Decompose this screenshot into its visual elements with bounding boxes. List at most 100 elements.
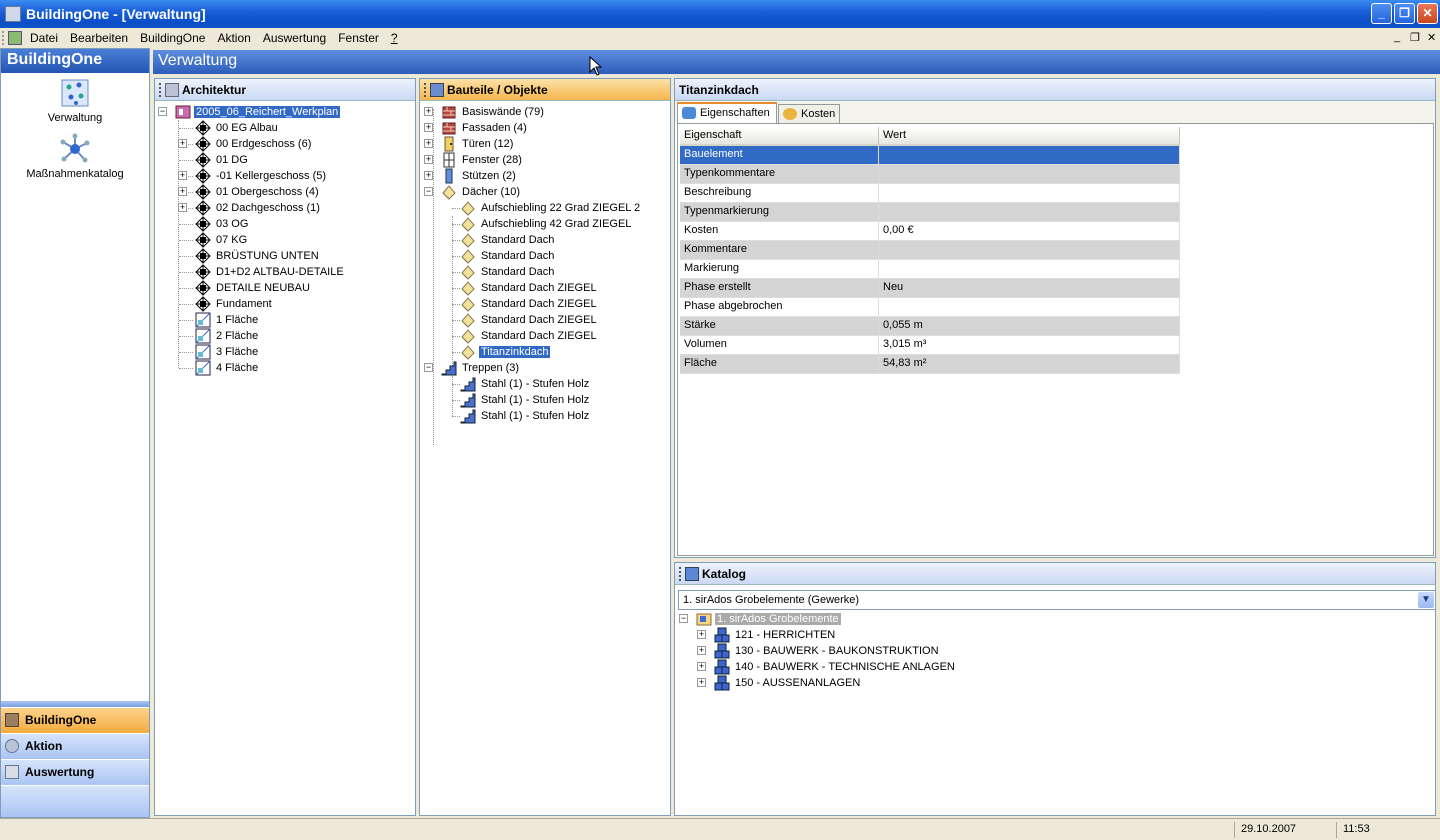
table-row[interactable]: Kosten 0,00 €	[680, 222, 1180, 241]
menu-datei[interactable]: Datei	[24, 31, 64, 45]
tree-item-group[interactable]: + Fenster (28)	[424, 152, 524, 168]
menu-bearbeiten[interactable]: Bearbeiten	[64, 31, 134, 45]
table-row[interactable]: Fläche 54,83 m²	[680, 355, 1180, 374]
chevron-down-icon[interactable]: ▼	[1418, 592, 1434, 608]
expand-icon[interactable]: +	[178, 187, 187, 196]
document-icon[interactable]	[8, 31, 22, 45]
expand-icon[interactable]: +	[178, 139, 187, 148]
tree-item-level[interactable]: 03 OG	[195, 216, 250, 232]
tree-item-catalog[interactable]: +130 - BAUWERK - BAUKONSTRUKTION	[697, 643, 941, 659]
menu-aktion[interactable]: Aktion	[211, 31, 256, 45]
tree-line	[452, 256, 460, 257]
tree-item-catalog[interactable]: +150 - AUSSENANLAGEN	[697, 675, 862, 691]
expand-icon[interactable]: +	[424, 107, 433, 116]
expand-icon[interactable]: +	[424, 123, 433, 132]
tree-item-level[interactable]: 3 Fläche	[195, 344, 260, 360]
table-row[interactable]: Volumen 3,015 m³	[680, 336, 1180, 355]
expand-icon[interactable]: +	[424, 155, 433, 164]
table-header[interactable]: Eigenschaft Wert	[680, 127, 1180, 146]
close-button[interactable]: ✕	[1417, 3, 1438, 24]
expand-icon[interactable]: +	[697, 630, 706, 639]
tree-item-roof[interactable]: Standard Dach	[460, 248, 556, 264]
tree-item-catalog-root[interactable]: − 1. sirAdos Grobelemente	[679, 611, 841, 627]
tree-item-level[interactable]: +01 Obergeschoss (4)	[178, 184, 321, 200]
nav-button-auswertung[interactable]: Auswertung	[1, 759, 149, 785]
tree-item-level[interactable]: 1 Fläche	[195, 312, 260, 328]
tree-item-stair[interactable]: Stahl (1) - Stufen Holz	[460, 392, 591, 408]
nav-item-verwaltung[interactable]: Verwaltung	[1, 77, 149, 124]
property-value	[879, 165, 1180, 184]
collapse-icon[interactable]: −	[424, 187, 433, 196]
expand-icon[interactable]: +	[178, 171, 187, 180]
restore-button[interactable]: ❐	[1394, 3, 1415, 24]
mdi-close-button[interactable]: ✕	[1427, 31, 1436, 44]
tree-item-level[interactable]: 2 Fläche	[195, 328, 260, 344]
tree-item-level[interactable]: DETAILE NEUBAU	[195, 280, 312, 296]
tree-item-group[interactable]: + Basiswände (79)	[424, 104, 546, 120]
collapse-icon[interactable]: −	[424, 363, 433, 372]
table-row[interactable]: Kommentare	[680, 241, 1180, 260]
tree-item-group[interactable]: + Stützen (2)	[424, 168, 518, 184]
menu-buildingone[interactable]: BuildingOne	[134, 31, 211, 45]
tab-eigenschaften[interactable]: Eigenschaften	[677, 102, 777, 124]
nav-item-massnahmenkatalog[interactable]: Maßnahmenkatalog	[1, 133, 149, 180]
tree-item-catalog[interactable]: +121 - HERRICHTEN	[697, 627, 837, 643]
tree-item-level[interactable]: 07 KG	[195, 232, 249, 248]
tree-item-level[interactable]: 00 EG Albau	[195, 120, 280, 136]
nav-button-aktion[interactable]: Aktion	[1, 733, 149, 759]
nav-button-buildingone[interactable]: BuildingOne	[1, 707, 149, 733]
expand-icon[interactable]: +	[697, 678, 706, 687]
tree-item-level[interactable]: + -01 Kellergeschoss (5)	[178, 168, 328, 184]
tree-item-roof[interactable]: Standard Dach	[460, 232, 556, 248]
tree-item-level[interactable]: 01 DG	[195, 152, 250, 168]
table-row[interactable]: Phase erstellt Neu	[680, 279, 1180, 298]
table-row[interactable]: Typenmarkierung	[680, 203, 1180, 222]
level-icon	[195, 216, 211, 232]
menu-fenster[interactable]: Fenster	[332, 31, 385, 45]
tree-item-group[interactable]: − Dächer (10)	[424, 184, 522, 200]
expand-icon[interactable]: +	[178, 203, 187, 212]
table-row[interactable]: Phase abgebrochen	[680, 298, 1180, 317]
menu-auswertung[interactable]: Auswertung	[257, 31, 332, 45]
tree-item-roof[interactable]: Standard Dach ZIEGEL	[460, 328, 599, 344]
katalog-select[interactable]: 1. sirAdos Grobelemente (Gewerke) ▼	[678, 590, 1436, 610]
tab-kosten[interactable]: Kosten	[778, 104, 840, 124]
tree-item-group[interactable]: − Treppen (3)	[424, 360, 521, 376]
expand-icon[interactable]: +	[697, 662, 706, 671]
tree-item-level[interactable]: D1+D2 ALTBAU-DETAILE	[195, 264, 346, 280]
tree-item-roof[interactable]: Aufschiebling 22 Grad ZIEGEL 2	[460, 200, 642, 216]
tree-line	[452, 352, 460, 353]
menu-help[interactable]: ?	[385, 31, 404, 45]
table-row[interactable]: Beschreibung	[680, 184, 1180, 203]
tree-item-catalog[interactable]: +140 - BAUWERK - TECHNISCHE ANLAGEN	[697, 659, 957, 675]
tree-item-roof[interactable]: Standard Dach ZIEGEL	[460, 312, 599, 328]
expand-icon[interactable]: +	[424, 139, 433, 148]
tree-item-roof[interactable]: Standard Dach ZIEGEL	[460, 280, 599, 296]
expand-icon[interactable]: +	[424, 171, 433, 180]
tree-item-stair[interactable]: Stahl (1) - Stufen Holz	[460, 408, 591, 424]
table-row[interactable]: Stärke 0,055 m	[680, 317, 1180, 336]
tree-item-roof[interactable]: Titanzinkdach	[460, 344, 551, 360]
minimize-button[interactable]: _	[1371, 3, 1392, 24]
tree-item-level[interactable]: BRÜSTUNG UNTEN	[195, 248, 321, 264]
tree-item-level[interactable]: +00 Erdgeschoss (6)	[178, 136, 313, 152]
tree-item-level[interactable]: 4 Fläche	[195, 360, 260, 376]
collapse-icon[interactable]: −	[158, 107, 167, 116]
mdi-restore-button[interactable]: ❐	[1410, 31, 1420, 44]
mdi-minimize-button[interactable]: _	[1394, 31, 1400, 43]
expand-icon[interactable]: +	[697, 646, 706, 655]
table-row[interactable]: Bauelement	[680, 146, 1180, 165]
tree-item-level[interactable]: +02 Dachgeschoss (1)	[178, 200, 322, 216]
tree-item-group[interactable]: + Türen (12)	[424, 136, 515, 152]
table-row[interactable]: Typenkommentare	[680, 165, 1180, 184]
tree-item-roof[interactable]: Aufschiebling 42 Grad ZIEGEL	[460, 216, 633, 232]
area-icon	[195, 328, 211, 344]
tree-item-level[interactable]: Fundament	[195, 296, 274, 312]
tree-item-group[interactable]: + Fassaden (4)	[424, 120, 529, 136]
tree-item-roof[interactable]: Standard Dach	[460, 264, 556, 280]
table-row[interactable]: Markierung	[680, 260, 1180, 279]
tree-item-project-root[interactable]: − 2005_06_Reichert_Werkplan	[158, 104, 341, 120]
collapse-icon[interactable]: −	[679, 614, 688, 623]
tree-item-stair[interactable]: Stahl (1) - Stufen Holz	[460, 376, 591, 392]
tree-item-roof[interactable]: Standard Dach ZIEGEL	[460, 296, 599, 312]
